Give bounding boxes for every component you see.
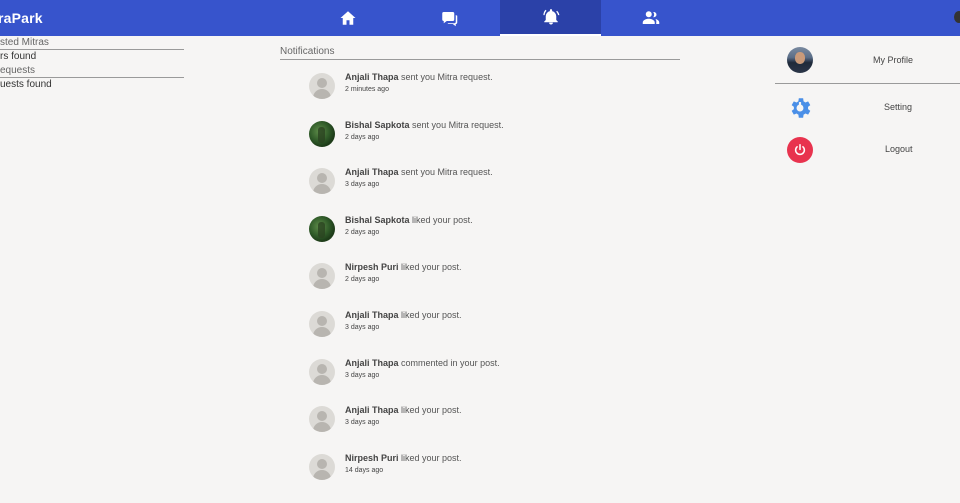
notification-action: sent you Mitra request. xyxy=(401,167,493,178)
mitra-requests-title: equests xyxy=(0,64,184,78)
notification-item[interactable]: Bishal Sapkota sent you Mitra request. 2 … xyxy=(280,118,680,166)
notification-text: Anjali Thapa liked your post. xyxy=(345,405,462,415)
notification-time: 3 days ago xyxy=(345,371,380,379)
notification-item[interactable]: Anjali Thapa sent you Mitra request. 2 mi… xyxy=(280,70,680,118)
logout-label[interactable]: Logout xyxy=(885,144,913,154)
left-sidebar: sted Mitras rs found equests uests found xyxy=(0,36,184,92)
notifications-heading: Notifications xyxy=(280,46,680,60)
notification-action: liked your post. xyxy=(401,309,462,320)
notification-time: 2 minutes ago xyxy=(345,86,389,93)
notification-time: 2 days ago xyxy=(345,133,380,141)
top-navbar: raPark xyxy=(0,0,960,36)
notification-item[interactable]: Nirpesh Puri liked your post. 2 days ago xyxy=(280,260,680,308)
home-icon xyxy=(340,11,355,25)
user-avatar-photo[interactable] xyxy=(309,120,335,147)
setting-menu-item[interactable]: Setting xyxy=(775,92,960,134)
nav-messages-button[interactable] xyxy=(398,0,499,36)
notification-user-name[interactable]: Nirpesh Puri xyxy=(345,262,399,272)
notification-action: liked your post. xyxy=(401,405,462,416)
power-icon[interactable] xyxy=(787,137,813,163)
user-avatar-placeholder-icon[interactable] xyxy=(309,73,335,99)
notification-text: Nirpesh Puri liked your post. xyxy=(345,453,462,463)
notification-item[interactable]: Nirpesh Puri liked your post. 14 days ago xyxy=(280,451,680,499)
my-profile-menu-item[interactable]: My Profile xyxy=(775,36,960,84)
notification-time: 14 days ago xyxy=(345,466,384,474)
my-profile-label[interactable]: My Profile xyxy=(873,55,913,65)
gear-icon[interactable] xyxy=(787,95,813,121)
user-avatar-placeholder-icon[interactable] xyxy=(309,263,335,290)
notification-action: sent you Mitra request. xyxy=(412,119,504,130)
setting-label[interactable]: Setting xyxy=(884,102,912,112)
notification-text: Anjali Thapa sent you Mitra request. xyxy=(345,167,493,177)
right-menu: My Profile Setting Logout xyxy=(775,36,960,176)
notification-text: Anjali Thapa liked your post. xyxy=(345,310,462,320)
notification-action: liked your post. xyxy=(412,214,473,225)
notification-item[interactable]: Anjali Thapa liked your post. 3 days ago xyxy=(280,308,680,356)
notification-text: Bishal Sapkota sent you Mitra request. xyxy=(345,120,504,130)
notifications-list: Anjali Thapa sent you Mitra request. 2 mi… xyxy=(280,70,680,498)
bell-icon xyxy=(542,9,559,25)
notification-user-name[interactable]: Anjali Thapa xyxy=(345,358,399,368)
mitra-requests-empty-text: uests found xyxy=(0,79,52,90)
notification-user-name[interactable]: Anjali Thapa xyxy=(345,310,399,320)
nav-home-button[interactable] xyxy=(297,0,398,36)
brand-logo-text[interactable]: raPark xyxy=(0,10,43,26)
notification-time: 3 days ago xyxy=(345,181,380,189)
notification-action: liked your post. xyxy=(401,262,462,273)
profile-avatar[interactable] xyxy=(787,47,813,73)
user-avatar-placeholder-icon[interactable] xyxy=(309,310,335,337)
nav-friends-button[interactable] xyxy=(600,0,701,36)
notification-item[interactable]: Anjali Thapa commented in your post. 3 da… xyxy=(280,356,680,404)
notification-user-name[interactable]: Anjali Thapa xyxy=(345,72,399,82)
chat-icon xyxy=(441,12,457,27)
notification-item[interactable]: Bishal Sapkota liked your post. 2 days ag… xyxy=(280,213,680,261)
notification-time: 3 days ago xyxy=(345,419,380,427)
notification-user-name[interactable]: Anjali Thapa xyxy=(345,405,399,415)
notification-user-name[interactable]: Bishal Sapkota xyxy=(345,120,410,130)
notification-text: Anjali Thapa commented in your post. xyxy=(345,358,500,368)
notification-user-name[interactable]: Nirpesh Puri xyxy=(345,453,399,463)
notification-time: 3 days ago xyxy=(345,323,380,331)
nav-notifications-button[interactable] xyxy=(500,0,601,36)
notification-item[interactable]: Anjali Thapa liked your post. 3 days ago xyxy=(280,403,680,451)
notification-action: commented in your post. xyxy=(401,357,500,368)
suggested-mitras-title: sted Mitras xyxy=(0,36,184,50)
notification-text: Nirpesh Puri liked your post. xyxy=(345,262,462,272)
user-avatar-placeholder-icon[interactable] xyxy=(309,168,335,195)
corner-avatar[interactable] xyxy=(954,11,960,23)
users-icon xyxy=(642,11,659,24)
notification-text: Bishal Sapkota liked your post. xyxy=(345,215,473,225)
notification-user-name[interactable]: Anjali Thapa xyxy=(345,167,399,177)
notification-time: 2 days ago xyxy=(345,276,380,284)
notification-item[interactable]: Anjali Thapa sent you Mitra request. 3 da… xyxy=(280,165,680,213)
notifications-panel: Notifications Anjali Thapa sent you Mitr… xyxy=(280,46,680,498)
suggested-mitras-empty-text: rs found xyxy=(0,51,37,62)
user-avatar-placeholder-icon[interactable] xyxy=(309,406,335,433)
notification-user-name[interactable]: Bishal Sapkota xyxy=(345,215,410,225)
notification-time: 2 days ago xyxy=(345,228,380,236)
notification-action: liked your post. xyxy=(401,452,462,463)
notification-text: Anjali Thapa sent you Mitra request. xyxy=(345,72,493,82)
notification-action: sent you Mitra request. xyxy=(401,72,493,82)
user-avatar-placeholder-icon[interactable] xyxy=(309,453,335,480)
user-avatar-photo[interactable] xyxy=(309,215,335,242)
logout-menu-item[interactable]: Logout xyxy=(775,134,960,176)
user-avatar-placeholder-icon[interactable] xyxy=(309,358,335,385)
